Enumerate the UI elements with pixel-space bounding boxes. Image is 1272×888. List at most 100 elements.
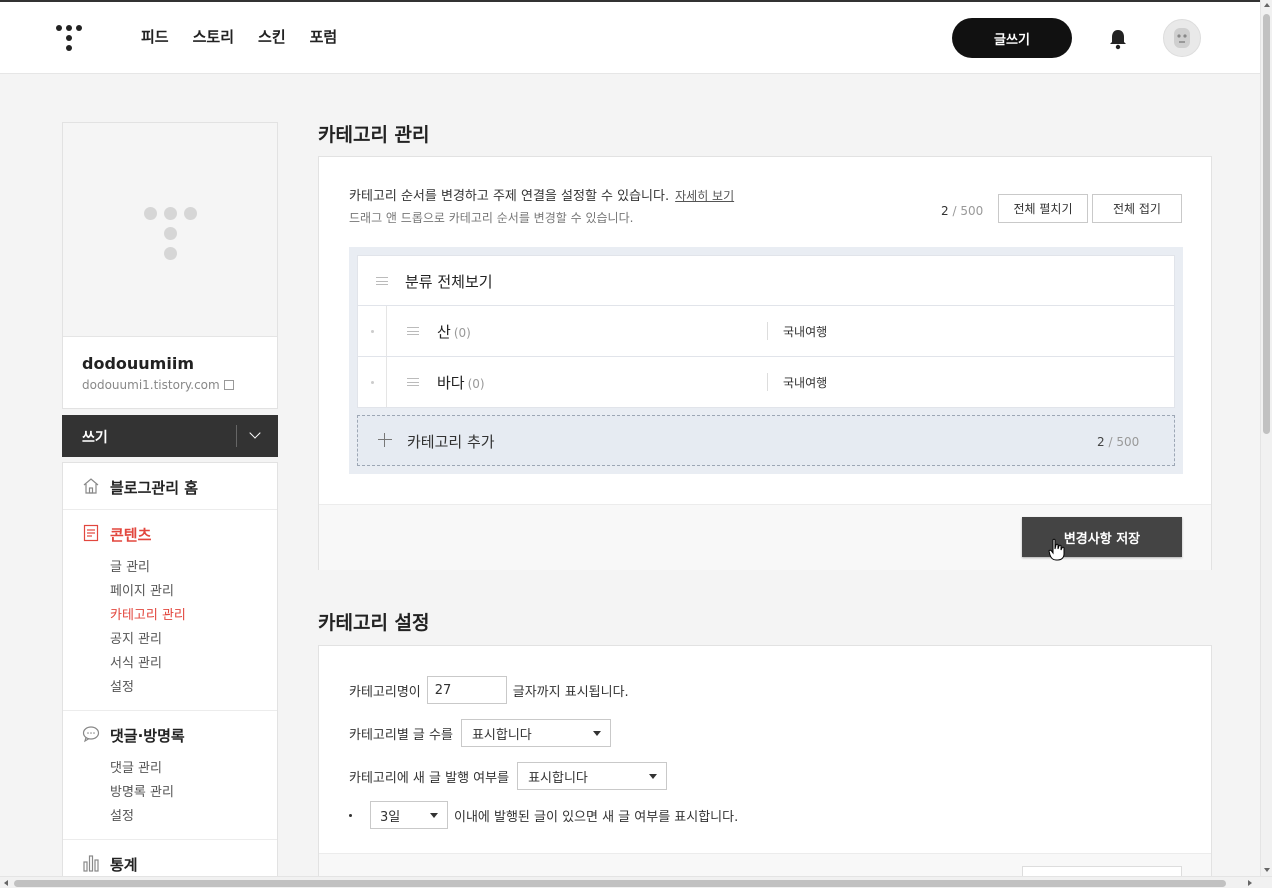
name-length-suffix: 글자까지 표시됩니다.: [512, 684, 629, 700]
sidebar-item-contents-label: 콘텐츠: [110, 526, 152, 544]
blog-name: dodouumiim: [82, 354, 194, 373]
speech-bubble-icon: [82, 726, 100, 743]
sidebar-subitem-posts[interactable]: 글 관리: [63, 556, 277, 580]
post-count-select-value: 표시합니다: [471, 727, 532, 743]
sidebar-item-home[interactable]: 블로그관리 홈: [63, 463, 277, 509]
category-count-max: / 500: [952, 204, 984, 218]
horizontal-scrollbar[interactable]: [0, 876, 1272, 888]
write-bar-divider: [236, 425, 237, 447]
horizontal-scroll-thumb[interactable]: [14, 880, 1226, 887]
menu-section-contents: 콘텐츠 글 관리 페이지 관리 카테고리 관리 공지 관리 서식 관리 설정: [63, 510, 277, 711]
scroll-up-icon[interactable]: [1264, 3, 1270, 7]
main-nav: 피드 스토리 스킨 포럼: [141, 26, 337, 47]
write-dropdown[interactable]: 쓰기: [62, 415, 278, 457]
sidebar-menu: 블로그관리 홈 콘텐츠 글 관리 페이지 관리 카테고리 관리 공지 관리 서식…: [62, 462, 278, 876]
sidebar-item-contents[interactable]: 콘텐츠: [63, 510, 277, 556]
settings-title: 카테고리 설정: [318, 612, 430, 634]
category-all-label: 분류 전체보기: [405, 273, 493, 291]
post-count-select[interactable]: 표시합니다: [460, 719, 611, 747]
bar-chart-icon: [83, 855, 99, 872]
document-icon: [83, 524, 99, 542]
sidebar-item-stats-label: 통계: [110, 856, 138, 874]
caret-down-icon: [592, 731, 601, 736]
chevron-down-icon[interactable]: [249, 427, 261, 439]
name-length-prefix: 카테고리명이: [349, 684, 421, 700]
name-length-setting: 카테고리명이 글자까지 표시됩니다.: [349, 676, 629, 704]
category-count: 2 / 500: [941, 204, 983, 218]
nav-forum[interactable]: 포럼: [310, 26, 338, 47]
drag-handle-icon[interactable]: [407, 327, 419, 335]
sidebar-subitem-comment-manage[interactable]: 댓글 관리: [63, 757, 277, 781]
write-post-button[interactable]: 글쓰기: [952, 18, 1072, 58]
external-link-icon: [223, 380, 234, 390]
category-row-all[interactable]: 분류 전체보기: [357, 255, 1175, 306]
post-count-setting: 카테고리별 글 수를 표시합니다: [349, 719, 611, 747]
nav-story[interactable]: 스토리: [193, 26, 234, 47]
bullet-dot-icon: [349, 813, 352, 817]
caret-down-icon: [430, 813, 438, 818]
expand-all-button[interactable]: 전체 펼치기: [998, 194, 1088, 223]
add-category-count: 2 / 500: [1097, 435, 1139, 449]
plus-icon: [378, 433, 392, 447]
category-name: 산 (0): [437, 321, 471, 342]
category-row-gutter: [358, 357, 387, 407]
blog-profile-card: dodouumiim dodouumi1.tistory.com: [62, 122, 278, 409]
vertical-scrollbar[interactable]: [1260, 0, 1272, 876]
detail-link[interactable]: 자세히 보기: [675, 189, 734, 203]
nav-feed[interactable]: 피드: [141, 26, 169, 47]
days-select-value: 3일: [380, 809, 401, 825]
new-post-select-value: 표시합니다: [528, 770, 588, 786]
category-row[interactable]: 바다 (0) 국내여행: [357, 357, 1175, 408]
new-post-days-setting: 3일 이내에 발행된 글이 있으면 새 글 여부를 표시합니다.: [349, 801, 738, 829]
sidebar-subitem-guestbook-manage[interactable]: 방명록 관리: [63, 781, 277, 805]
scroll-right-icon[interactable]: [1248, 880, 1252, 886]
category-manage-panel: 카테고리 순서를 변경하고 주제 연결을 설정할 수 있습니다. 자세히 보기 드…: [318, 156, 1212, 570]
name-length-input[interactable]: [426, 676, 507, 704]
new-post-select[interactable]: 표시합니다: [517, 762, 668, 790]
vertical-scroll-thumb[interactable]: [1263, 14, 1270, 434]
sidebar-subitem-comment-settings[interactable]: 설정: [63, 805, 277, 829]
nav-skin[interactable]: 스킨: [258, 26, 286, 47]
top-header: 피드 스토리 스킨 포럼 글쓰기: [0, 2, 1260, 74]
menu-section-comments: 댓글·방명록 댓글 관리 방명록 관리 설정: [63, 711, 277, 840]
drag-handle-icon[interactable]: [376, 277, 388, 285]
blog-profile-image: [63, 123, 277, 337]
sidebar-subitem-content-settings[interactable]: 설정: [63, 676, 277, 700]
bullet-dot-icon: [371, 381, 374, 384]
category-row-gutter: [358, 306, 387, 356]
category-row-divider: [767, 322, 768, 340]
page-title: 카테고리 관리: [318, 124, 430, 146]
save-changes-button[interactable]: 변경사항 저장: [1022, 517, 1182, 557]
blog-url-link[interactable]: dodouumi1.tistory.com: [82, 378, 234, 392]
sidebar-subitem-notices[interactable]: 공지 관리: [63, 628, 277, 652]
category-topic[interactable]: 국내여행: [783, 323, 827, 340]
category-settings-panel: 카테고리명이 글자까지 표시됩니다. 카테고리별 글 수를 표시합니다 카테고리…: [318, 645, 1212, 888]
menu-section-home: 블로그관리 홈: [63, 463, 277, 510]
days-select[interactable]: 3일: [370, 801, 448, 829]
new-post-setting: 카테고리에 새 글 발행 여부를 표시합니다: [349, 762, 668, 790]
category-name: 바다 (0): [437, 372, 485, 393]
post-count-label: 카테고리별 글 수를: [349, 727, 453, 743]
days-suffix: 이내에 발행된 글이 있으면 새 글 여부를 표시합니다.: [454, 809, 739, 825]
category-row-divider: [767, 373, 768, 391]
scroll-left-icon[interactable]: [4, 880, 8, 886]
sidebar-subitem-categories[interactable]: 카테고리 관리: [63, 604, 277, 628]
drag-handle-icon[interactable]: [407, 378, 419, 386]
sidebar-subitem-templates[interactable]: 서식 관리: [63, 652, 277, 676]
sidebar-item-home-label: 블로그관리 홈: [110, 479, 199, 497]
add-category-button[interactable]: 카테고리 추가 2 / 500: [357, 415, 1175, 466]
category-name-text: 산: [437, 323, 451, 341]
avatar[interactable]: [1163, 19, 1201, 57]
category-topic[interactable]: 국내여행: [783, 374, 827, 391]
sidebar-subitem-pages[interactable]: 페이지 관리: [63, 580, 277, 604]
collapse-all-button[interactable]: 전체 접기: [1092, 194, 1182, 223]
new-post-label: 카테고리에 새 글 발행 여부를: [349, 770, 510, 786]
category-row[interactable]: 산 (0) 국내여행: [357, 306, 1175, 357]
category-description: 카테고리 순서를 변경하고 주제 연결을 설정할 수 있습니다. 자세히 보기: [349, 185, 734, 204]
category-tree: 분류 전체보기 산 (0) 국내여행 바다 (0) 국내여행 카테고리 추가 2 /…: [349, 247, 1183, 474]
bell-icon[interactable]: [1108, 28, 1128, 50]
scroll-down-icon[interactable]: [1264, 868, 1270, 872]
sidebar-item-comments[interactable]: 댓글·방명록: [63, 711, 277, 757]
tistory-logo-icon[interactable]: [56, 25, 82, 53]
profile-face-icon: [1174, 28, 1190, 48]
